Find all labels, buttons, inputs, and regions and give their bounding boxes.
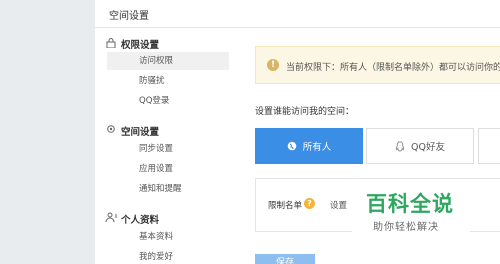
permission-notice: ! 当前权限下：所有人（限制名单除外）都可以访问你的空 (255, 46, 500, 84)
sidebar-item-label: 通知和提醒 (139, 184, 182, 194)
sidebar-item-label: 同步设置 (139, 144, 174, 154)
sidebar-item-label: 应用设置 (139, 164, 174, 174)
restriction-list-label: 限制名单 (268, 201, 303, 211)
sidebar-item-basic-info[interactable]: 基本资料 (107, 228, 229, 246)
access-section-label: 设置谁能访问我的空间： (255, 107, 355, 117)
watermark-subtitle: 助你轻松解决 (373, 222, 439, 233)
sidebar-item-access-permission[interactable]: 访问权限 (107, 52, 229, 70)
notice-text: 当前权限下：所有人（限制名单除外）都可以访问你的空 (286, 63, 500, 73)
option-qq-friends-button[interactable]: QQ好友 (366, 128, 474, 164)
sidebar-section-title: 权限设置 (121, 40, 160, 51)
top-bar: 空间设置 (95, 0, 500, 28)
option-everyone-button[interactable]: 所有人 (255, 128, 363, 164)
sidebar-item-app-settings[interactable]: 应用设置 (107, 160, 229, 178)
sidebar-section-title: 个人资料 (121, 215, 160, 226)
sidebar-item-label: 访问权限 (139, 56, 174, 66)
sidebar: 权限设置 访问权限 防骚扰 QQ登录 空间设置 同步设置 应用设置 通知和提醒 (95, 28, 235, 264)
sidebar-item-notifications[interactable]: 通知和提醒 (107, 180, 229, 198)
gear-icon (107, 125, 115, 133)
option-label: 所有人 (302, 142, 332, 153)
sidebar-item-sync-settings[interactable]: 同步设置 (107, 140, 229, 158)
sidebar-item-qq-login[interactable]: QQ登录 (107, 92, 229, 110)
sidebar-item-hobbies[interactable]: 我的爱好 (107, 248, 229, 264)
save-button[interactable]: 保存 (255, 254, 315, 264)
qq-penguin-icon (395, 140, 405, 151)
user-icon (105, 212, 117, 222)
info-icon: ! (267, 59, 279, 71)
sidebar-item-label: 防骚扰 (139, 76, 165, 86)
sidebar-section-title: 空间设置 (121, 127, 160, 138)
option-label: QQ好友 (411, 142, 445, 153)
option-more-button[interactable] (478, 128, 500, 164)
watermark-title: 百科全说 (366, 192, 454, 216)
restriction-settings-link[interactable]: 设置 (330, 199, 347, 211)
sidebar-item-label: 基本资料 (139, 232, 174, 242)
sidebar-item-label: QQ登录 (139, 96, 170, 106)
sidebar-item-label: 我的爱好 (139, 252, 174, 262)
lock-icon (106, 38, 116, 48)
globe-icon (287, 141, 297, 151)
sidebar-item-anti-harassment[interactable]: 防骚扰 (107, 72, 229, 90)
page-title: 空间设置 (109, 11, 149, 22)
help-icon[interactable]: ? (304, 198, 315, 209)
